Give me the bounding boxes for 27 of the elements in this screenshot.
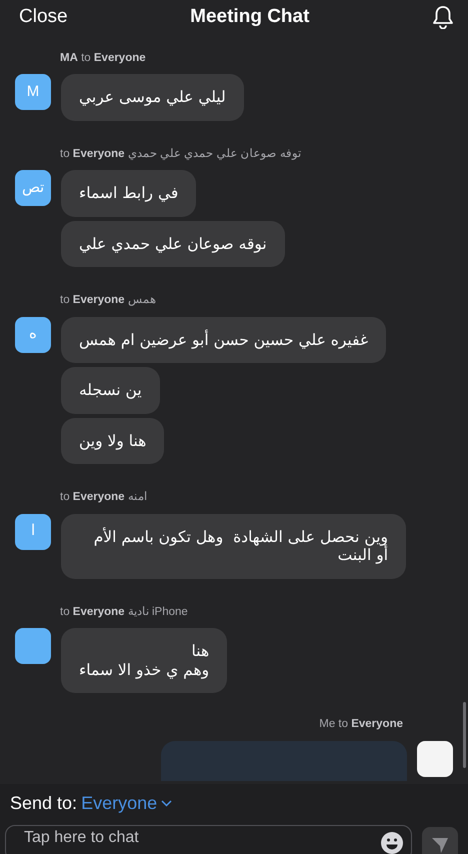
sender-line: Me to Everyone	[319, 717, 403, 732]
message-bubble: نوقه صوعان علي حمدي علي	[61, 220, 285, 268]
chevron-down-icon	[161, 800, 172, 807]
message-bubble: في رابط اسماء	[61, 170, 196, 217]
message-bubble: ين نسجله	[61, 367, 160, 414]
message-bubble: غفيره علي حسين حسن أبو عرضين ام همس	[61, 316, 386, 364]
chat-input-field[interactable]: Tap here to chat	[5, 825, 412, 854]
avatar	[15, 628, 51, 664]
message-bubble: ليلي علي موسى عربي	[61, 74, 244, 121]
avatar: M	[15, 74, 51, 110]
avatar: ه	[15, 316, 51, 353]
recipient-selector[interactable]: Everyone	[81, 790, 172, 817]
avatar	[417, 741, 453, 778]
send-icon	[430, 835, 450, 854]
avatar: تص	[15, 170, 51, 206]
message-bubble: وين نحصل على الشهادة وهل تكون باسم الأم أو البنت	[61, 514, 406, 579]
close-button[interactable]: Close	[19, 2, 68, 32]
emoji-icon[interactable]	[380, 831, 404, 854]
scrollbar	[463, 702, 466, 768]
send-button[interactable]	[422, 827, 458, 854]
send-to-label: Send to:	[10, 792, 78, 815]
window-title: Meeting Chat	[190, 4, 310, 29]
sender-line: MA to Everyone	[60, 51, 147, 66]
bell-icon[interactable]	[432, 5, 454, 29]
message-bubble: هنا ولا وين	[61, 418, 164, 464]
message-bubble: هنا وهم ي خذو الا سماء	[61, 628, 228, 694]
avatar: ا	[15, 514, 51, 550]
